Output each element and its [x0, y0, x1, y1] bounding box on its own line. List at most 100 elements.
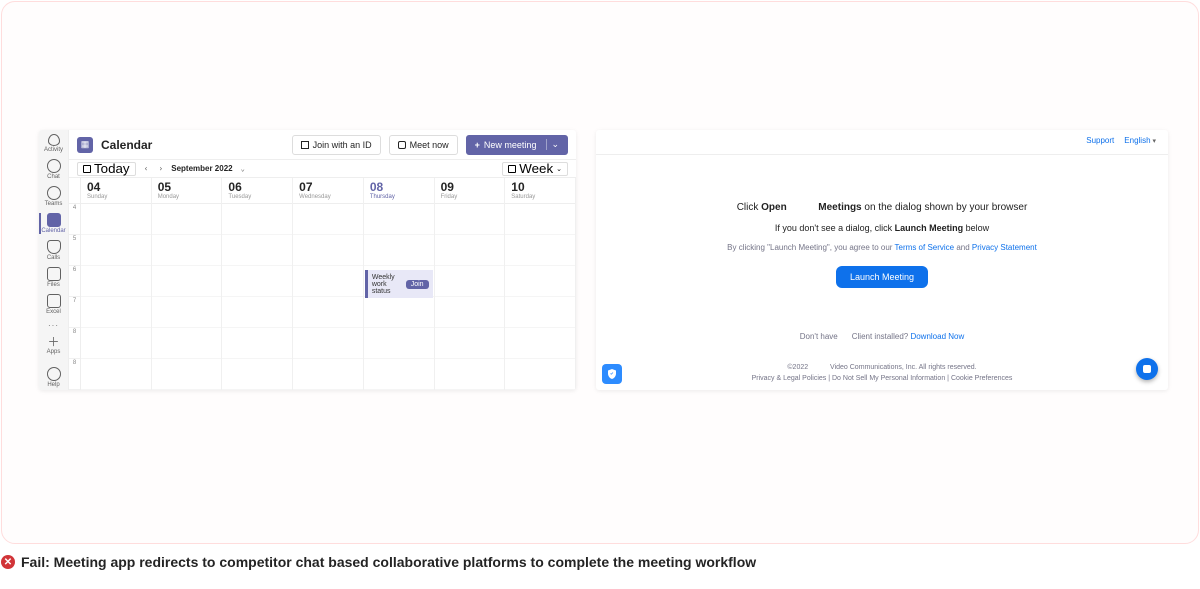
rail-files[interactable]: Files	[40, 267, 68, 288]
chat-icon	[47, 159, 61, 173]
support-link[interactable]: Support	[1086, 136, 1114, 145]
teams-app-screenshot: Activity Chat Teams Calendar	[39, 130, 576, 390]
day-column[interactable]: 06Tuesday	[222, 178, 293, 390]
rail-teams[interactable]: Teams	[40, 186, 68, 207]
rail-more[interactable]: ···	[40, 321, 68, 330]
btn-label: Week	[519, 161, 553, 176]
day-name: Saturday	[511, 194, 569, 200]
rail-label: Chat	[47, 174, 60, 180]
rail-label: Files	[47, 282, 60, 288]
day-header: 09Friday	[435, 178, 505, 204]
day-column[interactable]: 09Friday	[435, 178, 506, 390]
rail-label: Activity	[44, 147, 63, 153]
calendar-pane: ▦ Calendar Join with an ID Meet now +	[69, 130, 576, 390]
open-dialog-instruction: Click Open Meetings on the dialog shown …	[737, 202, 1028, 213]
calendar-header: ▦ Calendar Join with an ID Meet now +	[69, 130, 576, 160]
new-meeting-button[interactable]: + New meeting ⌄	[466, 135, 568, 155]
error-icon: ✕	[1, 555, 15, 569]
calendar-app-icon: ▦	[77, 137, 93, 153]
plus-icon: ＋	[47, 336, 59, 348]
rail-calendar[interactable]: Calendar	[40, 213, 68, 234]
prev-week-button[interactable]: ‹	[142, 164, 151, 173]
video-icon	[398, 141, 406, 149]
day-column[interactable]: 05Monday	[152, 178, 223, 390]
chevron-down-icon[interactable]: ⌄	[239, 165, 247, 173]
terms-agree-text: By clicking "Launch Meeting", you agree …	[727, 243, 1037, 252]
fallback-instruction: If you don't see a dialog, click Launch …	[775, 223, 989, 233]
chevron-down-icon[interactable]: ⌄	[546, 139, 559, 150]
privacy-link[interactable]: Privacy Statement	[972, 243, 1037, 252]
download-now-link[interactable]: Download Now	[910, 332, 964, 341]
day-column[interactable]: 08Thursday Weekly work statusJoin	[364, 178, 435, 390]
btn-label: Join with an ID	[313, 140, 372, 150]
rail-calls[interactable]: Calls	[40, 240, 68, 261]
app-rail: Activity Chat Teams Calendar	[39, 130, 69, 390]
caption-text: Fail: Meeting app redirects to competito…	[21, 554, 756, 570]
day-column[interactable]: 04Sunday	[81, 178, 152, 390]
shield-icon[interactable]	[602, 364, 622, 384]
rail-excel[interactable]: Excel	[40, 294, 68, 315]
calls-icon	[47, 240, 61, 254]
hour-label: 7	[69, 297, 80, 328]
hour-label: 4	[69, 204, 80, 235]
meeting-launch-screenshot: Support English Click Open Meetings on t…	[596, 130, 1168, 390]
calendar-grid: 4 5 6 7 8 8 04Sunday05Monday06Tuesday07W…	[69, 178, 576, 390]
rail-label: Help	[47, 382, 59, 388]
day-number: 08	[370, 180, 428, 194]
btn-label: Today	[94, 161, 130, 176]
view-switcher[interactable]: Week ⌄	[502, 162, 568, 176]
calendar-subbar: Today ‹ › September 2022 ⌄ Week ⌄	[69, 160, 576, 178]
bell-icon	[48, 134, 60, 146]
day-header: 06Tuesday	[222, 178, 292, 204]
day-number: 10	[511, 180, 569, 194]
excel-icon	[47, 294, 61, 308]
rail-chat[interactable]: Chat	[40, 159, 68, 180]
day-column[interactable]: 10Saturday	[505, 178, 576, 390]
day-number: 05	[158, 180, 216, 194]
day-number: 09	[441, 180, 499, 194]
day-name: Friday	[441, 194, 499, 200]
files-icon	[47, 267, 61, 281]
day-header: 10Saturday	[505, 178, 575, 204]
chevron-down-icon: ⌄	[556, 165, 562, 173]
month-label: September 2022	[171, 164, 232, 173]
rail-help[interactable]: Help	[40, 367, 68, 388]
day-name: Thursday	[370, 194, 428, 200]
example-panel: Activity Chat Teams Calendar	[1, 1, 1199, 544]
day-column[interactable]: 07Wednesday	[293, 178, 364, 390]
day-name: Monday	[158, 194, 216, 200]
calendar-event[interactable]: Weekly work statusJoin	[365, 270, 433, 298]
hours-gutter: 4 5 6 7 8 8	[69, 178, 81, 390]
today-icon	[83, 165, 91, 173]
hour-label: 5	[69, 235, 80, 266]
top-nav: Support English	[1086, 136, 1156, 145]
meet-now-button[interactable]: Meet now	[389, 135, 458, 155]
rail-activity[interactable]: Activity	[40, 134, 68, 153]
divider	[596, 154, 1168, 155]
day-header: 08Thursday	[364, 178, 434, 204]
hour-label: 6	[69, 266, 80, 297]
hash-icon	[301, 141, 309, 149]
join-button[interactable]: Join	[406, 280, 429, 289]
next-week-button[interactable]: ›	[156, 164, 165, 173]
rail-label: Apps	[47, 349, 61, 355]
language-dropdown[interactable]: English	[1124, 136, 1156, 145]
day-header: 04Sunday	[81, 178, 151, 204]
cookie-prefs-link[interactable]: Cookie Preferences	[951, 375, 1012, 382]
caption: ✕ Fail: Meeting app redirects to competi…	[1, 554, 756, 570]
grid-icon	[508, 165, 516, 173]
today-button[interactable]: Today	[77, 162, 136, 176]
help-icon	[47, 367, 61, 381]
terms-link[interactable]: Terms of Service	[895, 243, 955, 252]
privacy-policies-link[interactable]: Privacy & Legal Policies	[752, 375, 827, 382]
do-not-sell-link[interactable]: Do Not Sell My Personal Information	[832, 375, 945, 382]
rail-apps[interactable]: ＋ Apps	[40, 336, 68, 355]
join-with-id-button[interactable]: Join with an ID	[292, 135, 381, 155]
hour-label: 8	[69, 328, 80, 359]
teams-icon	[47, 186, 61, 200]
day-name: Tuesday	[228, 194, 286, 200]
day-number: 04	[87, 180, 145, 194]
chat-fab-icon[interactable]	[1136, 358, 1158, 380]
btn-label: New meeting	[484, 140, 537, 150]
launch-meeting-button[interactable]: Launch Meeting	[836, 266, 928, 288]
